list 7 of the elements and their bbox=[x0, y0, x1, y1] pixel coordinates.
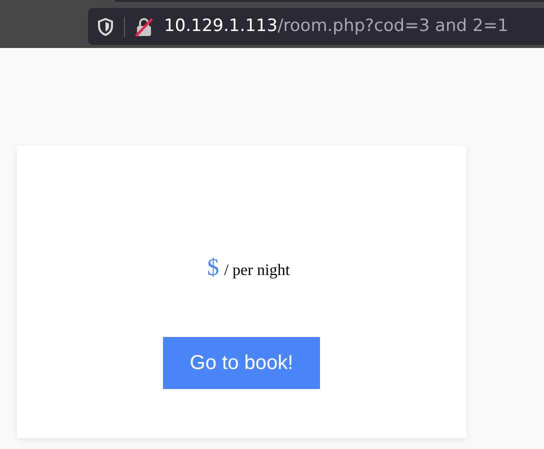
insecure-lock-icon[interactable] bbox=[135, 16, 153, 36]
url-path: /room.php?cod=3 and 2=1 bbox=[278, 14, 508, 38]
url-host: 10.129.1.113 bbox=[164, 14, 278, 38]
address-bar[interactable]: 10.129.1.113/room.php?cod=3 and 2=1 bbox=[88, 8, 544, 45]
price-text: $ bbox=[207, 254, 220, 283]
shield-icon[interactable] bbox=[97, 18, 114, 36]
price-unit: / per night bbox=[224, 261, 290, 281]
